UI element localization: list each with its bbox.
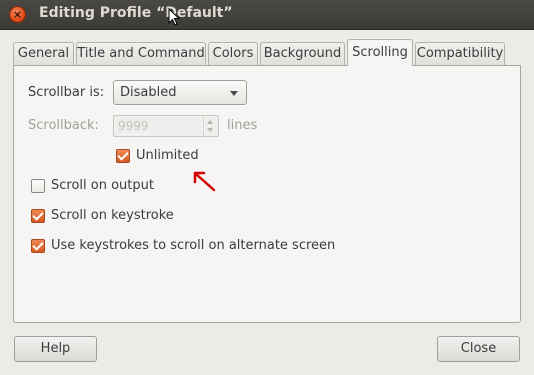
tab-scrolling[interactable]: Scrolling (347, 39, 413, 66)
mouse-cursor-icon (168, 8, 180, 26)
scrollbar-combo[interactable]: Disabled (113, 80, 247, 105)
scrolling-panel (13, 65, 521, 323)
unlimited-label[interactable]: Unlimited (136, 148, 199, 163)
spinner-buttons[interactable] (203, 116, 218, 136)
window-title: Editing Profile “Default” (39, 5, 233, 21)
scrollback-value: 9999 (118, 119, 149, 133)
unlimited-checkbox[interactable] (116, 149, 130, 163)
spin-down-icon (207, 128, 213, 132)
annotation-arrow-icon (193, 171, 216, 192)
scroll-on-keystroke-label[interactable]: Scroll on keystroke (51, 208, 174, 223)
close-window-button[interactable]: × (9, 6, 26, 23)
scrollback-spinner[interactable]: 9999 (113, 115, 219, 137)
spin-up-icon (207, 120, 213, 124)
tab-compatibility[interactable]: Compatibility (415, 42, 505, 65)
tab-general[interactable]: General (13, 42, 74, 65)
scroll-on-output-label[interactable]: Scroll on output (51, 178, 154, 193)
title-bar: × Editing Profile “Default” (0, 0, 534, 30)
scrollbar-value: Disabled (120, 85, 177, 100)
scrollback-label: Scrollback: (28, 118, 99, 133)
scrollbar-label: Scrollbar is: (28, 85, 105, 100)
scrollback-unit: lines (227, 118, 258, 133)
alternate-screen-checkbox[interactable] (31, 239, 45, 253)
tab-colors[interactable]: Colors (208, 42, 258, 65)
scroll-on-keystroke-checkbox[interactable] (31, 209, 45, 223)
scroll-on-output-checkbox[interactable] (31, 179, 45, 193)
close-button[interactable]: Close (437, 336, 520, 362)
alternate-screen-label[interactable]: Use keystrokes to scroll on alternate sc… (51, 238, 335, 253)
help-button[interactable]: Help (14, 336, 97, 362)
tab-title-and-command[interactable]: Title and Command (76, 42, 206, 65)
tab-background[interactable]: Background (260, 42, 345, 65)
dropdown-arrow-icon (230, 91, 238, 96)
